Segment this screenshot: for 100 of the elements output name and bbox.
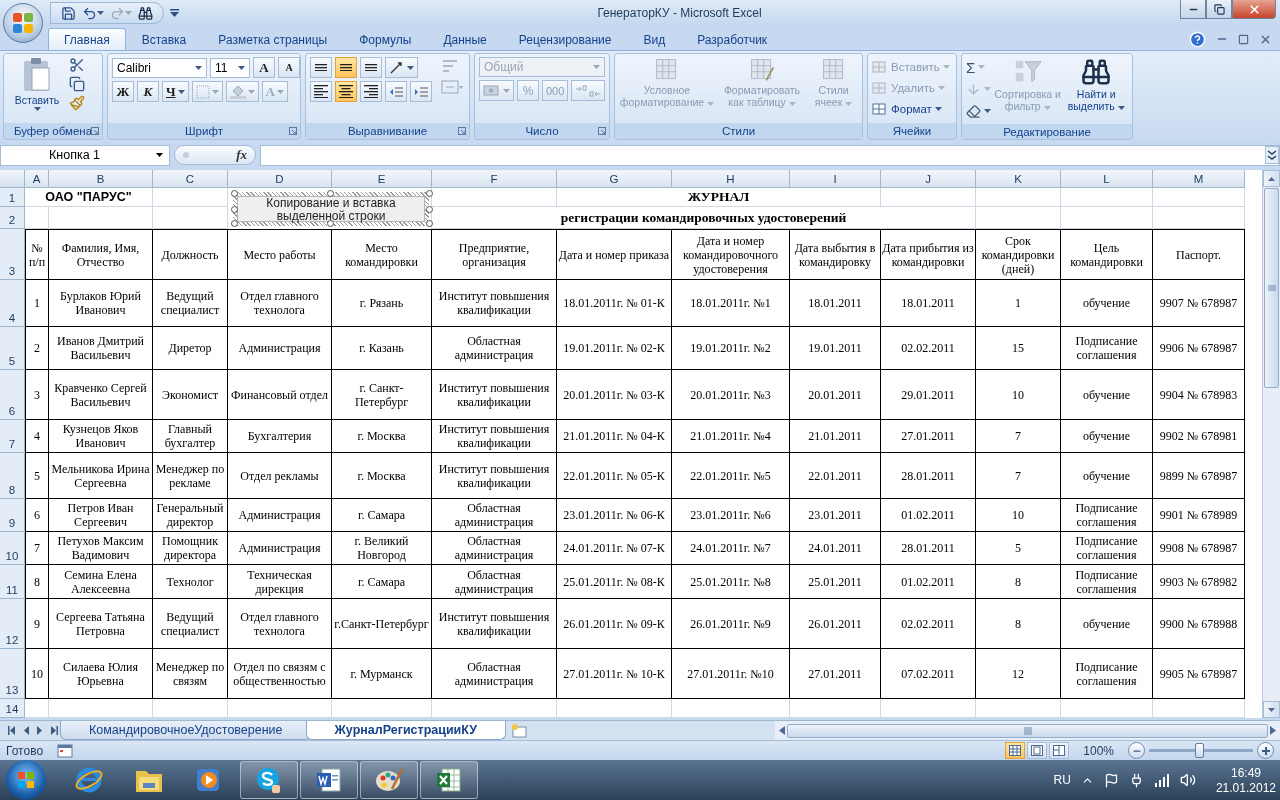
row-header[interactable]: 5 <box>0 327 25 370</box>
column-header[interactable]: M <box>1153 170 1245 188</box>
column-header[interactable]: H <box>672 170 790 188</box>
paste-button[interactable]: Вставить <box>8 57 66 111</box>
taskbar-app[interactable] <box>300 761 358 799</box>
merge-cells-icon[interactable] <box>441 78 463 96</box>
row-header[interactable]: 9 <box>0 499 25 532</box>
scroll-down-button[interactable] <box>1263 701 1280 718</box>
copy-paste-row-button[interactable]: Копирование и вставка выделенной строки <box>237 196 425 222</box>
ribbon-tab[interactable]: Рецензирование <box>502 28 628 50</box>
fill-color-button[interactable] <box>225 81 259 102</box>
column-header[interactable]: K <box>976 170 1061 188</box>
skip-arrow-icon[interactable] <box>50 726 58 735</box>
ribbon-tab[interactable]: Разработчик <box>681 28 784 50</box>
clock[interactable]: 16:49 21.01.2012 <box>1215 765 1276 795</box>
signal-icon[interactable] <box>1153 773 1170 787</box>
vertical-align-button[interactable] <box>360 57 382 78</box>
slider-thumb[interactable] <box>1194 743 1204 758</box>
column-header[interactable]: B <box>49 170 153 188</box>
row-header[interactable]: 4 <box>0 280 25 327</box>
format-painter-icon[interactable] <box>69 95 85 111</box>
taskbar-app[interactable] <box>240 761 298 799</box>
column-header[interactable]: I <box>790 170 881 188</box>
right-arrow-icon[interactable] <box>1270 726 1276 735</box>
autosum-button[interactable]: Σ <box>966 57 991 77</box>
record-macro-icon[interactable] <box>57 743 74 758</box>
expand-icon[interactable] <box>1265 146 1279 164</box>
row-header[interactable]: 2 <box>0 207 25 229</box>
row-header[interactable]: 1 <box>0 188 25 207</box>
zoom-out-button[interactable] <box>1128 742 1145 759</box>
save-button[interactable] <box>61 5 76 21</box>
row-header[interactable]: 6 <box>0 370 25 420</box>
vertical-scrollbar[interactable] <box>1262 170 1280 718</box>
undo-button[interactable] <box>82 5 104 21</box>
vertical-align-button[interactable] <box>335 57 357 78</box>
horizontal-align-button[interactable] <box>310 81 332 102</box>
row-header[interactable]: 14 <box>0 699 25 718</box>
column-header[interactable]: J <box>881 170 976 188</box>
font-size-field[interactable]: 11 <box>210 57 250 78</box>
cut-icon[interactable] <box>69 57 85 73</box>
column-header[interactable]: L <box>1061 170 1153 188</box>
ribbon-tab[interactable]: Данные <box>427 28 503 50</box>
formula-input[interactable] <box>260 144 1280 166</box>
language-indicator[interactable]: RU <box>1053 773 1071 787</box>
taskbar-app[interactable] <box>420 761 478 799</box>
ribbon-tab[interactable]: Вставка <box>125 28 203 50</box>
italic-button[interactable]: К <box>137 81 159 102</box>
column-header[interactable]: C <box>153 170 228 188</box>
close-button[interactable] <box>1232 0 1276 19</box>
start-button[interactable] <box>6 760 46 800</box>
sheet-tab[interactable]: ЖурналРегистрацииКУ <box>305 721 507 740</box>
view-button[interactable] <box>1027 742 1048 759</box>
horizontal-scrollbar[interactable] <box>775 721 1280 740</box>
orientation-button[interactable] <box>385 57 418 78</box>
name-box[interactable]: Кнопка 1 <box>0 144 170 166</box>
horizontal-align-button[interactable] <box>335 81 357 102</box>
vertical-align-button[interactable] <box>310 57 332 78</box>
ribbon-tab[interactable]: Вид <box>627 28 682 50</box>
scroll-up-button[interactable] <box>1263 170 1280 187</box>
flag-icon[interactable] <box>1103 772 1119 788</box>
resize-handle[interactable] <box>327 190 334 197</box>
column-header[interactable]: A <box>25 170 49 188</box>
skip-arrow-icon[interactable] <box>8 726 16 735</box>
restore-icon[interactable] <box>1238 33 1249 45</box>
cells-button[interactable]: Формат <box>872 99 950 119</box>
dialog-launcher-icon[interactable] <box>91 127 99 135</box>
font-name-field[interactable]: Calibri <box>112 57 207 78</box>
view-button[interactable] <box>1005 742 1026 759</box>
taskbar-app[interactable] <box>360 761 418 799</box>
find-button[interactable] <box>138 5 153 21</box>
scroll-thumb[interactable] <box>787 723 1268 738</box>
ribbon-tab[interactable]: Главная <box>48 28 126 50</box>
row-header[interactable]: 8 <box>0 453 25 499</box>
horizontal-align-button[interactable] <box>360 81 382 102</box>
grow-font-button[interactable]: A <box>253 57 275 78</box>
insert-function-button[interactable]: fx <box>174 145 256 165</box>
row-header[interactable]: 12 <box>0 599 25 649</box>
dialog-launcher-icon[interactable] <box>598 127 606 135</box>
row-header[interactable]: 10 <box>0 532 25 565</box>
row-header[interactable]: 7 <box>0 420 25 453</box>
row-header[interactable]: 3 <box>0 229 25 280</box>
column-header[interactable]: G <box>557 170 672 188</box>
dialog-launcher-icon[interactable] <box>458 127 466 135</box>
customize-caret-icon[interactable] <box>170 9 179 17</box>
column-header[interactable]: E <box>332 170 432 188</box>
minimize-button[interactable] <box>1180 0 1206 19</box>
dialog-launcher-icon[interactable] <box>289 127 297 135</box>
bold-button[interactable]: Ж <box>112 81 134 102</box>
ribbon-tab[interactable]: Формулы <box>343 28 428 50</box>
underline-button[interactable]: Ч <box>162 81 189 102</box>
row-header[interactable]: 11 <box>0 565 25 599</box>
column-header[interactable]: D <box>228 170 332 188</box>
volume-icon[interactable] <box>1179 772 1196 788</box>
left-arrow-icon[interactable] <box>779 726 785 735</box>
column-header[interactable]: F <box>432 170 557 188</box>
row-header[interactable]: 13 <box>0 649 25 699</box>
view-button[interactable] <box>1049 742 1070 759</box>
resize-handle[interactable] <box>231 190 238 197</box>
ribbon-tab[interactable]: Разметка страницы <box>202 28 344 50</box>
copy-icon[interactable] <box>69 76 85 92</box>
